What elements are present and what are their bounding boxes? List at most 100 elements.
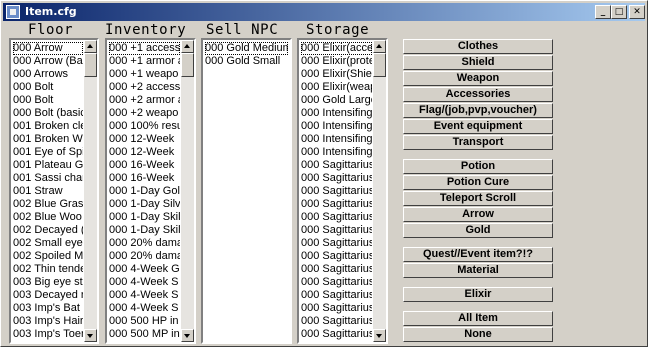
list-item[interactable]: 000 Sagittarius [301, 276, 372, 289]
scroll-thumb[interactable] [84, 53, 97, 77]
none-button[interactable]: None [403, 327, 553, 342]
list-item[interactable]: 003 Imp's Toer [13, 328, 83, 341]
close-button[interactable]: ✕ [629, 5, 645, 19]
list-item[interactable]: 002 Blue Woo [13, 211, 83, 224]
list-item[interactable]: 000 Elixir(Shiel [301, 68, 372, 81]
list-item[interactable]: 000 Intensifing [301, 120, 372, 133]
list-item[interactable]: 000 Bolt (basic [13, 107, 83, 120]
list-item[interactable]: 000 Sagittarius [301, 250, 372, 263]
transport-button[interactable]: Transport [403, 135, 553, 150]
list-item[interactable]: 002 Spoiled M [13, 250, 83, 263]
list-item[interactable]: 000 Intensifing [301, 146, 372, 159]
all-item-button[interactable]: All Item [403, 311, 553, 326]
list-item[interactable]: 000 Gold Medium [205, 42, 288, 55]
list-item[interactable]: 000 Elixir(acce [301, 42, 372, 55]
accessories-button[interactable]: Accessories [403, 87, 553, 102]
list-item[interactable]: 000 Sagittarius [301, 263, 372, 276]
list-item[interactable]: 000 Sagittarius [301, 289, 372, 302]
list-item[interactable]: 000 +2 access [109, 81, 180, 94]
list-item[interactable]: 002 Small eye [13, 237, 83, 250]
floor-listbox[interactable]: 000 Arrow 000 Arrow (Ba 000 Arrows 000 Bolt… [9, 38, 99, 344]
scroll-thumb[interactable] [181, 53, 194, 77]
list-item[interactable]: 000 Sagittarius [301, 185, 372, 198]
list-item[interactable]: 001 Broken W [13, 133, 83, 146]
list-item[interactable]: 001 Plateau G [13, 159, 83, 172]
app-icon[interactable] [6, 5, 20, 19]
inventory-scrollbar[interactable] [181, 40, 194, 342]
list-item[interactable]: 000 60% resur [109, 341, 180, 342]
list-item[interactable]: 000 Gold Small [205, 55, 288, 68]
list-item[interactable]: 000 1-Day Skil [109, 211, 180, 224]
list-item[interactable]: 001 Eye of Spi [13, 146, 83, 159]
list-item[interactable]: 000 16-Week [109, 172, 180, 185]
potion-button[interactable]: Potion [403, 159, 553, 174]
list-item[interactable]: 000 Sagittarius [301, 198, 372, 211]
list-item[interactable]: 000 Intensifing [301, 133, 372, 146]
storage-scrollbar[interactable] [373, 40, 386, 342]
scroll-down-arrow-icon[interactable] [373, 329, 386, 342]
teleport-scroll-button[interactable]: Teleport Scroll [403, 191, 553, 206]
list-item[interactable]: 000 +1 armor a [109, 55, 180, 68]
list-item[interactable]: 000 4-Week S [109, 289, 180, 302]
list-item[interactable]: 000 Arrow (Ba [13, 55, 83, 68]
list-item[interactable]: 000 4-Week G [109, 263, 180, 276]
material-button[interactable]: Material [403, 263, 553, 278]
list-item[interactable]: 000 Sagittarius [301, 328, 372, 341]
list-item[interactable]: 000 Sagittarius [301, 315, 372, 328]
scroll-down-arrow-icon[interactable] [84, 329, 97, 342]
list-item[interactable]: 003 Decayed r [13, 289, 83, 302]
potion-cure-button[interactable]: Potion Cure [403, 175, 553, 190]
list-item[interactable]: 000 4-Week S [109, 276, 180, 289]
list-item[interactable]: 000 12-Week [109, 133, 180, 146]
list-item[interactable]: 000 Sagittarius [301, 172, 372, 185]
list-item[interactable]: 001 Broken cle [13, 120, 83, 133]
list-item[interactable]: 003 Imp's Hair [13, 315, 83, 328]
storage-listbox[interactable]: 000 Elixir(acce 000 Elixir(prote 000 Elixi… [297, 38, 388, 344]
list-item[interactable]: 000 20% dama [109, 250, 180, 263]
gold-button[interactable]: Gold [403, 223, 553, 238]
list-item[interactable]: 000 12-Week [109, 146, 180, 159]
list-item[interactable]: 000 500 MP in [109, 328, 180, 341]
list-item[interactable]: 000 4-Week S [109, 302, 180, 315]
floor-scrollbar[interactable] [84, 40, 97, 342]
list-item[interactable]: 000 16-Week [109, 159, 180, 172]
list-item[interactable]: 003 Big eye st [13, 276, 83, 289]
elixir-button[interactable]: Elixir [403, 287, 553, 302]
list-item[interactable]: 000 Gold Large [301, 94, 372, 107]
minimize-button[interactable]: _ [595, 5, 611, 19]
list-item[interactable]: 000 Elixir(prote [301, 55, 372, 68]
scroll-down-arrow-icon[interactable] [181, 329, 194, 342]
scroll-thumb[interactable] [373, 53, 386, 77]
list-item[interactable]: 000 20% dama [109, 237, 180, 250]
list-item[interactable]: 000 Elixir(weap [301, 81, 372, 94]
list-item[interactable]: 000 100% resu [109, 120, 180, 133]
list-item[interactable]: 000 1-Day Skil [109, 224, 180, 237]
list-item[interactable]: 000 Sagittarius [301, 341, 372, 342]
sell-npc-listbox[interactable]: 000 Gold Medium 000 Gold Small [201, 38, 292, 344]
scroll-up-arrow-icon[interactable] [181, 40, 194, 53]
list-item[interactable]: 001 Sassi char [13, 172, 83, 185]
list-item[interactable]: 000 Bolt [13, 94, 83, 107]
list-item[interactable]: 003 Imp's Bat [13, 302, 83, 315]
title-bar[interactable]: Item.cfg _ □ ✕ [3, 3, 645, 21]
list-item[interactable]: 000 Sagittarius [301, 211, 372, 224]
list-item[interactable]: 000 Sagittarius [301, 302, 372, 315]
event-equipment-button[interactable]: Event equipment [403, 119, 553, 134]
shield-button[interactable]: Shield [403, 55, 553, 70]
list-item[interactable]: 003 Thick tom [13, 341, 83, 342]
list-item[interactable]: 000 Sagittarius [301, 159, 372, 172]
list-item[interactable]: 000 Sagittarius [301, 224, 372, 237]
list-item[interactable]: 000 1-Day Silv [109, 198, 180, 211]
list-item[interactable]: 002 Blue Grass [13, 198, 83, 211]
list-item[interactable]: 002 Decayed ( [13, 224, 83, 237]
clothes-button[interactable]: Clothes [403, 39, 553, 54]
maximize-button[interactable]: □ [611, 5, 627, 19]
list-item[interactable]: 000 +1 access [109, 42, 180, 55]
list-item[interactable]: 000 +2 weapo [109, 107, 180, 120]
weapon-button[interactable]: Weapon [403, 71, 553, 86]
list-item[interactable]: 002 Thin tende [13, 263, 83, 276]
quest-event-item-button[interactable]: Quest//Event item?!? [403, 247, 553, 262]
arrow-button[interactable]: Arrow [403, 207, 553, 222]
list-item[interactable]: 000 +1 weapo [109, 68, 180, 81]
list-item[interactable]: 000 Sagittarius [301, 237, 372, 250]
